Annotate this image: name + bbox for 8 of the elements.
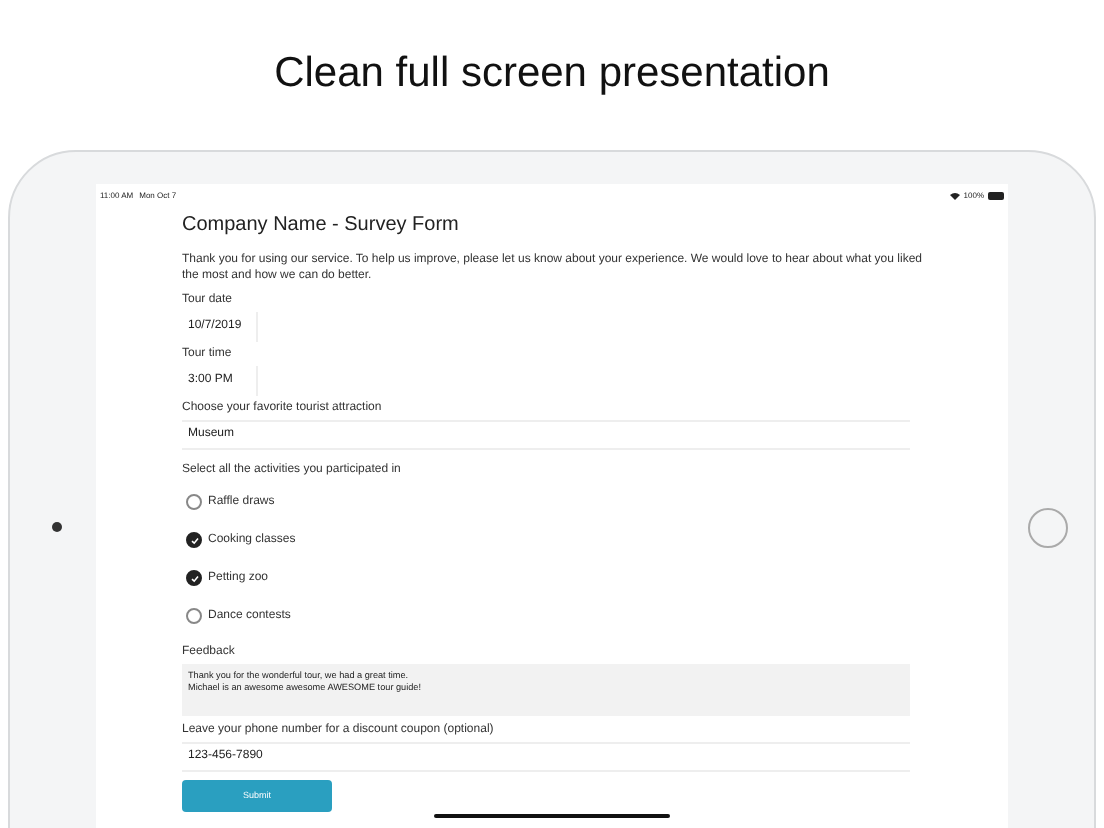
camera-icon <box>52 522 62 532</box>
battery-icon <box>988 191 1004 199</box>
form-title: Company Name - Survey Form <box>182 214 459 238</box>
checked-circle-icon[interactable] <box>186 570 202 586</box>
checked-circle-icon[interactable] <box>186 532 202 548</box>
wifi-icon <box>949 191 960 199</box>
headline: Clean full screen presentation <box>274 48 830 100</box>
home-button-icon <box>1028 508 1068 548</box>
